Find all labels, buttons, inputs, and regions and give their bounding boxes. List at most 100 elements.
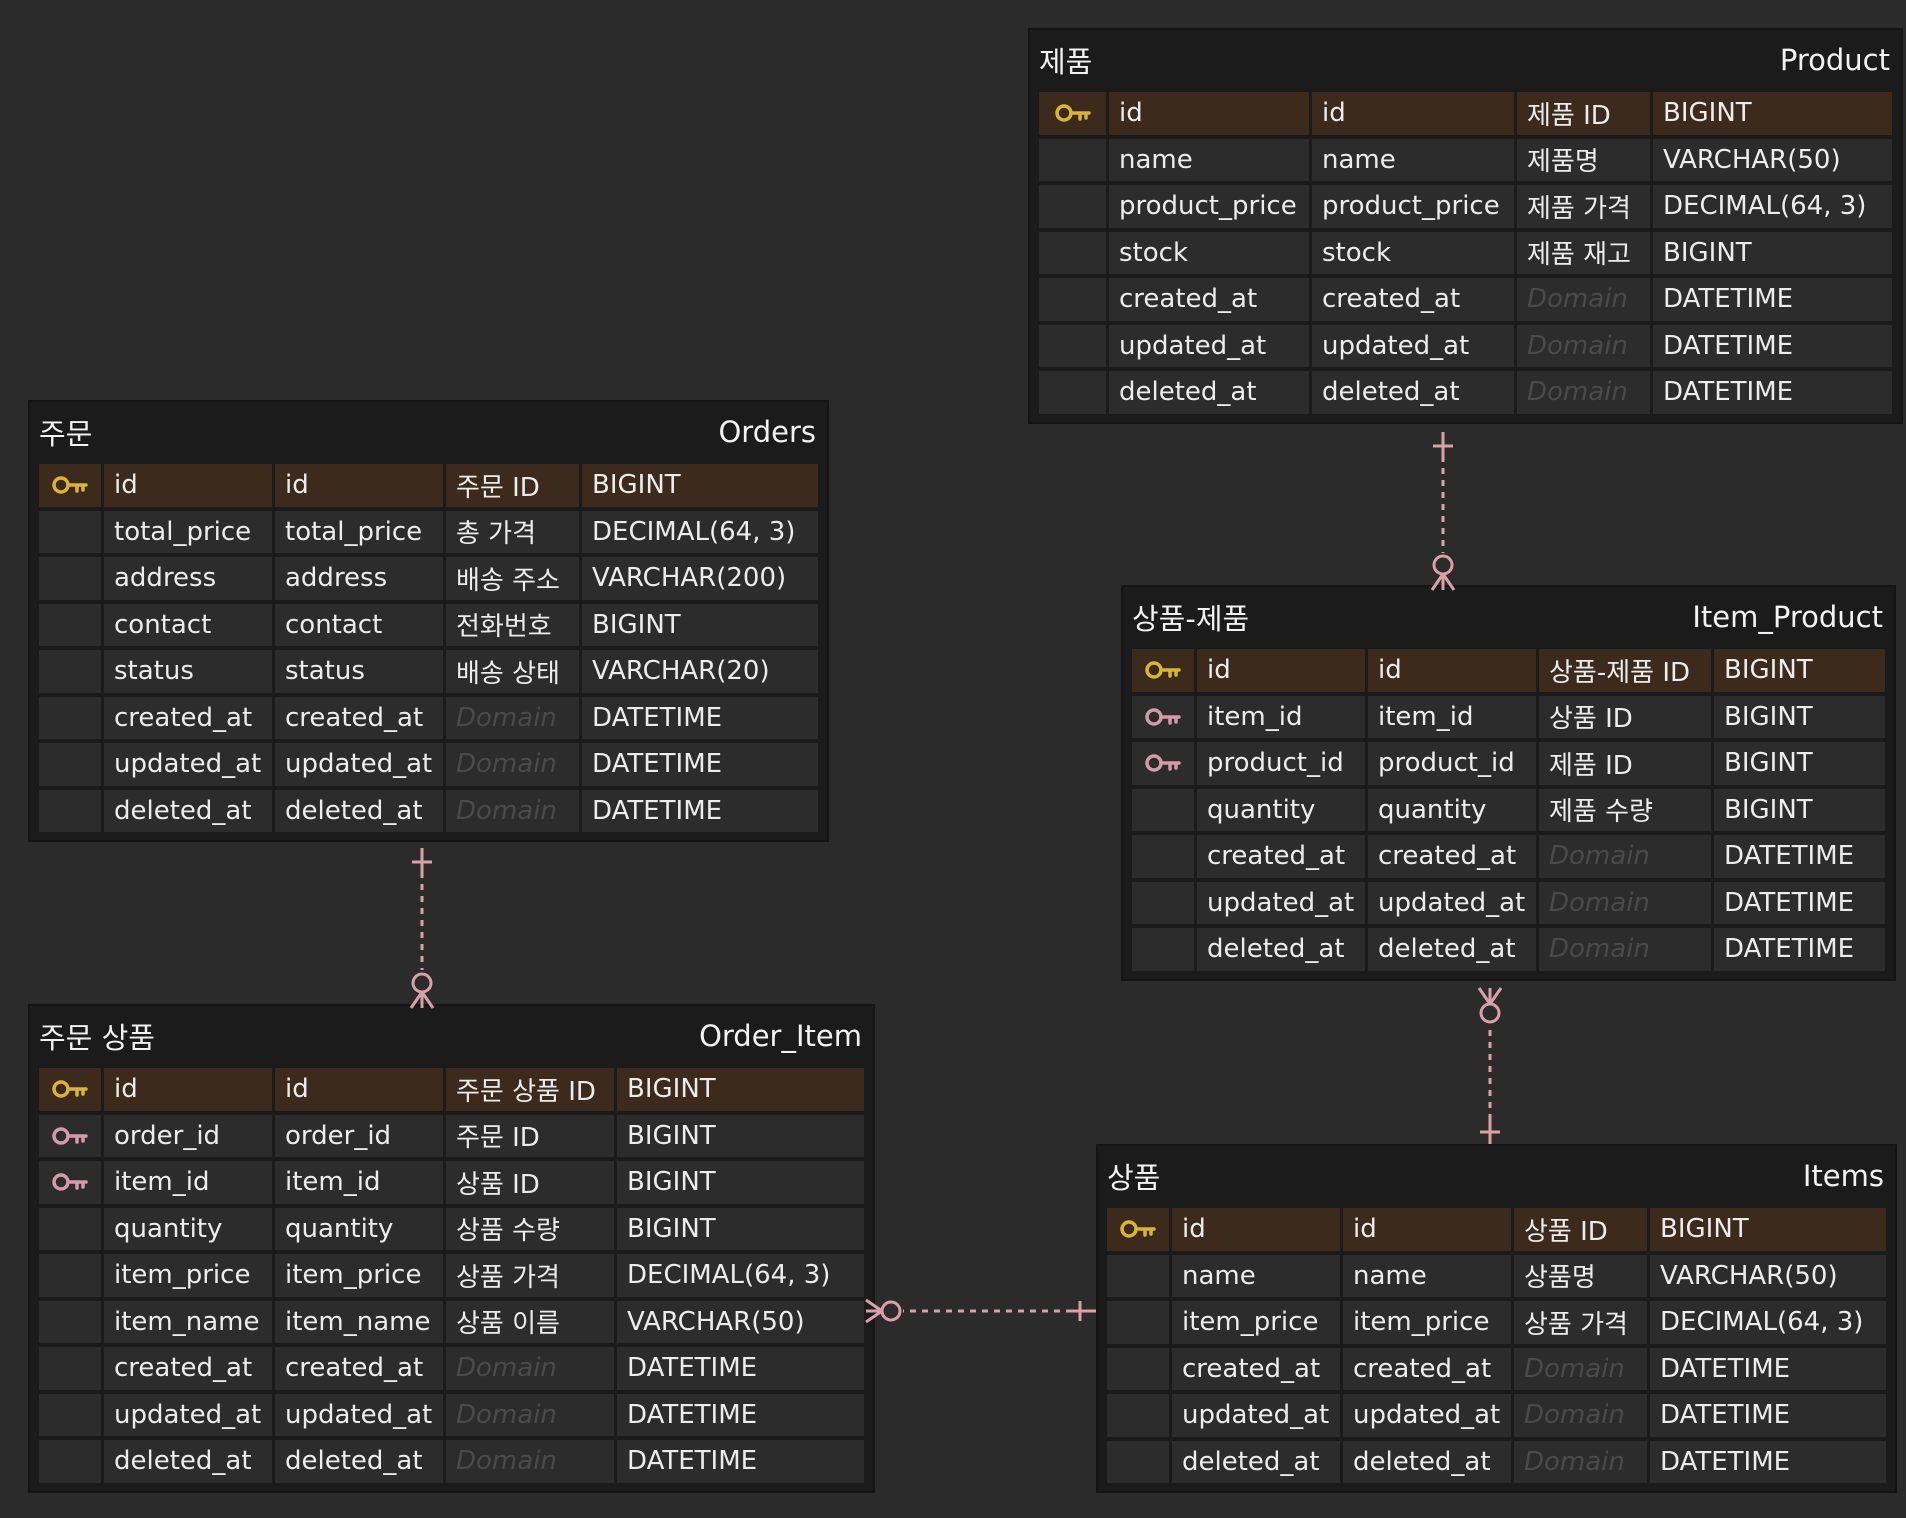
- entity-header[interactable]: 주문 상품 Order_Item: [30, 1006, 873, 1066]
- column-row[interactable]: updated_at updated_at Domain DATETIME: [1107, 1392, 1886, 1439]
- entity-header[interactable]: 제품 Product: [1030, 30, 1901, 90]
- column-row[interactable]: created_at created_at Domain DATETIME: [39, 695, 818, 742]
- column-data-type: BIGINT: [1714, 788, 1885, 831]
- key-cell: [39, 1440, 101, 1483]
- relationship-items-item-product[interactable]: [1477, 987, 1503, 1144]
- column-row[interactable]: quantity quantity 제품 수량 BIGINT: [1132, 787, 1885, 834]
- column-row[interactable]: id id 상품-제품 ID BIGINT: [1132, 647, 1885, 694]
- column-logical-name: id: [104, 464, 272, 507]
- column-logical-name: id: [1172, 1208, 1340, 1251]
- column-domain: 주문 상품 ID: [446, 1068, 614, 1111]
- entity-items[interactable]: 상품 Items id id 상품 ID BIGINT name name 상품명 VARCHAR…: [1098, 1146, 1895, 1491]
- relationship-orders-order-item[interactable]: [409, 848, 435, 1009]
- key-cell: [1107, 1394, 1169, 1437]
- column-row[interactable]: updated_at updated_at Domain DATETIME: [1132, 880, 1885, 927]
- foreign-key-icon: [1132, 742, 1194, 785]
- key-cell: [39, 603, 101, 646]
- entity-order-item[interactable]: 주문 상품 Order_Item id id 주문 상품 ID BIGINT order_i…: [30, 1006, 873, 1491]
- entity-header[interactable]: 상품-제품 Item_Product: [1123, 587, 1894, 647]
- column-logical-name: item_name: [104, 1300, 272, 1343]
- column-row[interactable]: updated_at updated_at Domain DATETIME: [39, 741, 818, 788]
- primary-key-icon: [39, 464, 101, 507]
- column-row[interactable]: stock stock 제품 재고 BIGINT: [1039, 230, 1892, 277]
- key-cell: [39, 743, 101, 786]
- column-physical-name: id: [275, 1068, 443, 1111]
- column-data-type: DECIMAL(64, 3): [1650, 1301, 1886, 1344]
- column-data-type: BIGINT: [582, 464, 818, 507]
- column-row[interactable]: deleted_at deleted_at Domain DATETIME: [1107, 1439, 1886, 1486]
- column-domain: 제품 재고: [1517, 231, 1650, 274]
- column-logical-name: status: [104, 650, 272, 693]
- column-physical-name: order_id: [275, 1114, 443, 1157]
- column-row[interactable]: id id 주문 ID BIGINT: [39, 462, 818, 509]
- relationship-product-item-product[interactable]: [1430, 432, 1456, 591]
- column-domain: 제품 ID: [1539, 742, 1711, 785]
- column-data-type: DATETIME: [1650, 1440, 1886, 1483]
- relationship-items-order-item[interactable]: [865, 1298, 1096, 1324]
- column-row[interactable]: id id 주문 상품 ID BIGINT: [39, 1066, 864, 1113]
- column-domain: Domain: [1514, 1394, 1647, 1437]
- primary-key-icon: [1039, 92, 1106, 135]
- entity-product[interactable]: 제품 Product id id 제품 ID BIGINT name name 제품명 VARCH…: [1030, 30, 1901, 422]
- column-domain: 제품 ID: [1517, 92, 1650, 135]
- column-row[interactable]: created_at created_at Domain DATETIME: [1132, 833, 1885, 880]
- column-row[interactable]: item_id item_id 상품 ID BIGINT: [39, 1159, 864, 1206]
- entity-logical-name: 주문 상품: [39, 1021, 155, 1055]
- entity-header[interactable]: 주문 Orders: [30, 402, 827, 462]
- column-row[interactable]: deleted_at deleted_at Domain DATETIME: [1039, 369, 1892, 416]
- column-row[interactable]: id id 제품 ID BIGINT: [1039, 90, 1892, 137]
- column-physical-name: item_id: [275, 1161, 443, 1204]
- column-row[interactable]: status status 배송 상태 VARCHAR(20): [39, 648, 818, 695]
- column-physical-name: id: [1312, 92, 1514, 135]
- column-physical-name: updated_at: [275, 743, 443, 786]
- column-logical-name: quantity: [1197, 788, 1365, 831]
- key-cell: [39, 1300, 101, 1343]
- entity-item-product[interactable]: 상품-제품 Item_Product id id 상품-제품 ID BIGINT item_…: [1123, 587, 1894, 979]
- column-data-type: BIGINT: [1653, 92, 1892, 135]
- column-row[interactable]: contact contact 전화번호 BIGINT: [39, 602, 818, 649]
- column-row[interactable]: item_name item_name 상품 이름 VARCHAR(50): [39, 1299, 864, 1346]
- column-logical-name: item_id: [104, 1161, 272, 1204]
- column-row[interactable]: order_id order_id 주문 ID BIGINT: [39, 1113, 864, 1160]
- column-row[interactable]: item_price item_price 상품 가격 DECIMAL(64, 3): [39, 1252, 864, 1299]
- entity-orders[interactable]: 주문 Orders id id 주문 ID BIGINT total_price total_…: [30, 402, 827, 840]
- column-row[interactable]: created_at created_at Domain DATETIME: [39, 1345, 864, 1392]
- column-data-type: VARCHAR(200): [582, 557, 818, 600]
- column-row[interactable]: deleted_at deleted_at Domain DATETIME: [1132, 926, 1885, 973]
- column-logical-name: deleted_at: [1197, 928, 1365, 971]
- key-cell: [1039, 371, 1106, 414]
- column-row[interactable]: name name 제품명 VARCHAR(50): [1039, 137, 1892, 184]
- column-domain: Domain: [446, 696, 579, 739]
- column-logical-name: updated_at: [104, 743, 272, 786]
- column-logical-name: created_at: [1197, 835, 1365, 878]
- column-data-type: VARCHAR(50): [1653, 138, 1892, 181]
- column-row[interactable]: quantity quantity 상품 수량 BIGINT: [39, 1206, 864, 1253]
- key-cell: [39, 650, 101, 693]
- entity-header[interactable]: 상품 Items: [1098, 1146, 1895, 1206]
- column-row[interactable]: address address 배송 주소 VARCHAR(200): [39, 555, 818, 602]
- column-data-type: DATETIME: [617, 1393, 864, 1436]
- column-row[interactable]: id id 상품 ID BIGINT: [1107, 1206, 1886, 1253]
- column-row[interactable]: item_price item_price 상품 가격 DECIMAL(64, 3): [1107, 1299, 1886, 1346]
- column-physical-name: created_at: [1312, 278, 1514, 321]
- column-domain: Domain: [446, 1440, 614, 1483]
- key-cell: [1039, 278, 1106, 321]
- key-cell: [1107, 1254, 1169, 1297]
- column-row[interactable]: total_price total_price 총 가격 DECIMAL(64, 3): [39, 509, 818, 556]
- column-domain: Domain: [446, 789, 579, 832]
- column-logical-name: stock: [1109, 231, 1309, 274]
- entity-physical-name: Order_Item: [699, 1019, 862, 1053]
- column-row[interactable]: deleted_at deleted_at Domain DATETIME: [39, 788, 818, 835]
- column-row[interactable]: deleted_at deleted_at Domain DATETIME: [39, 1438, 864, 1485]
- column-row[interactable]: product_price product_price 제품 가격 DECIMAL(6…: [1039, 183, 1892, 230]
- column-domain: 제품 수량: [1539, 788, 1711, 831]
- column-row[interactable]: name name 상품명 VARCHAR(50): [1107, 1253, 1886, 1300]
- column-row[interactable]: product_id product_id 제품 ID BIGINT: [1132, 740, 1885, 787]
- foreign-key-icon: [39, 1114, 101, 1157]
- column-row[interactable]: item_id item_id 상품 ID BIGINT: [1132, 694, 1885, 741]
- column-row[interactable]: created_at created_at Domain DATETIME: [1039, 276, 1892, 323]
- column-row[interactable]: created_at created_at Domain DATETIME: [1107, 1346, 1886, 1393]
- column-row[interactable]: updated_at updated_at Domain DATETIME: [39, 1392, 864, 1439]
- column-domain: 주문 ID: [446, 464, 579, 507]
- column-row[interactable]: updated_at updated_at Domain DATETIME: [1039, 323, 1892, 370]
